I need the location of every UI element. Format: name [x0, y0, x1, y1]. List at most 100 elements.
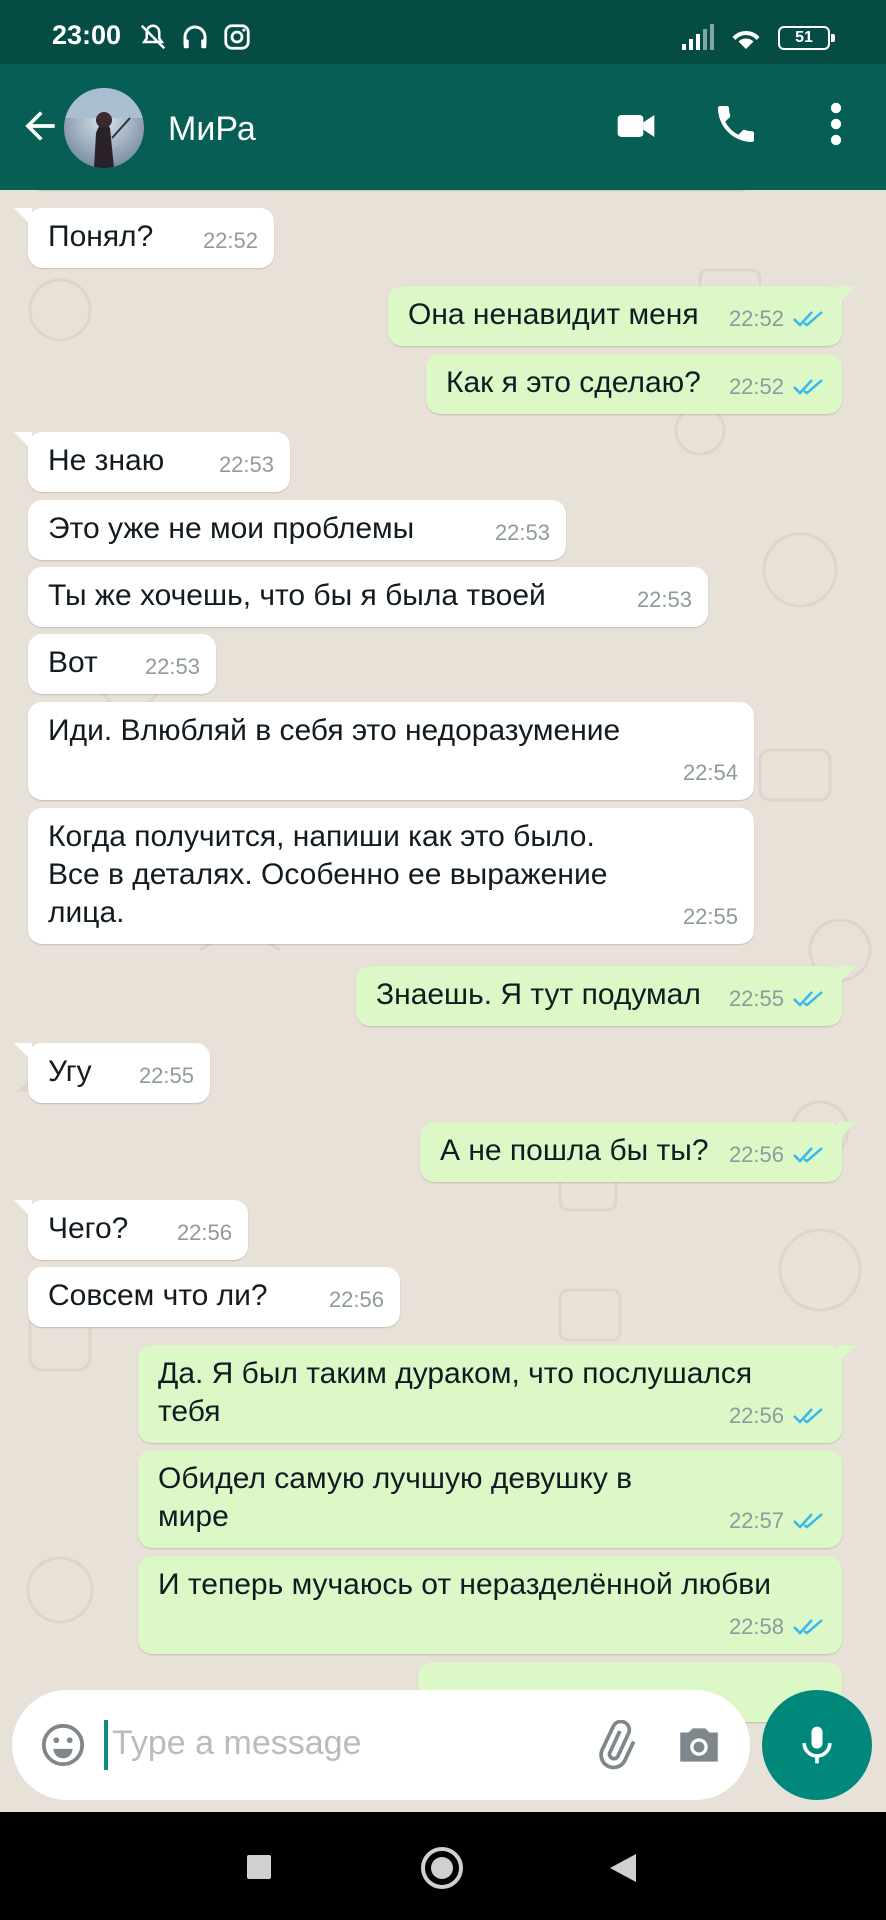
- message-text: Совсем что ли?: [48, 1279, 268, 1312]
- message-text: Да. Я был таким дураком, что послушался …: [158, 1357, 753, 1428]
- message-text: Понял?: [48, 220, 154, 253]
- message-bubble-incoming[interactable]: Когда получится, напиши как это было. Вс…: [28, 808, 754, 944]
- message-meta: 22:53: [495, 514, 550, 552]
- system-navigation-bar: [0, 1812, 886, 1920]
- message-time: 22:52: [202, 228, 258, 253]
- message-bubble-outgoing[interactable]: Как я это сделаю? 22:52: [426, 354, 842, 414]
- message-time: 22:53: [636, 587, 692, 612]
- message-text: Вот: [48, 646, 98, 679]
- message-text: Не знаю: [48, 444, 165, 477]
- message-meta: 22:55: [729, 980, 826, 1018]
- read-ticks-icon: [793, 1408, 823, 1424]
- mute-icon: [140, 24, 166, 50]
- message-time: 22:55: [682, 904, 738, 929]
- message-bubble-incoming[interactable]: Иди. Влюбляй в себя это недоразумение 22…: [28, 702, 754, 800]
- message-bubble-outgoing[interactable]: И теперь мучаюсь от неразделённой любви …: [138, 1556, 842, 1654]
- message-time: 22:57: [728, 1508, 784, 1533]
- battery-icon: 51: [778, 26, 835, 50]
- message-bubble-incoming[interactable]: Вот 22:53: [28, 634, 216, 694]
- instagram-icon: [224, 24, 250, 50]
- message-meta: 22:53: [637, 581, 692, 619]
- headphones-icon: [183, 25, 207, 49]
- mic-icon: [802, 1726, 832, 1764]
- message-time: 22:53: [218, 452, 274, 477]
- message-time: 22:54: [682, 760, 738, 785]
- message-text: Как я это сделаю?: [446, 366, 701, 399]
- message-time: 22:56: [176, 1220, 232, 1245]
- read-ticks-icon: [793, 1147, 823, 1163]
- message-bubble-outgoing[interactable]: А не пошла бы ты? 22:56: [420, 1122, 856, 1182]
- message-meta: 22:57: [729, 1502, 826, 1540]
- back-triangle-icon[interactable]: [608, 1852, 638, 1884]
- signal-icon: [682, 24, 714, 50]
- message-time: 22:55: [138, 1063, 194, 1088]
- message-time: 22:58: [728, 1614, 784, 1639]
- chat-header: МиРа: [0, 64, 886, 190]
- message-text: Знаешь. Я тут подумал: [376, 978, 701, 1011]
- message-time: 22:56: [728, 1142, 784, 1167]
- chat-messages[interactable]: Понял? 22:52 Она ненавидит меня 22:52 Ка…: [0, 190, 886, 1812]
- message-text: Чего?: [48, 1212, 129, 1245]
- message-meta: 22:52: [729, 368, 826, 406]
- battery-level: 51: [795, 29, 813, 46]
- read-ticks-icon: [793, 991, 823, 1007]
- message-bubble-incoming[interactable]: Совсем что ли? 22:56: [28, 1267, 400, 1327]
- message-meta: 22:52: [729, 300, 826, 338]
- text-cursor: [104, 1720, 108, 1770]
- avatar[interactable]: [64, 88, 144, 168]
- message-bubble-outgoing[interactable]: Обидел самую лучшую девушку в мире 22:57: [138, 1450, 842, 1548]
- message-meta: 22:53: [145, 648, 200, 686]
- message-time: 22:56: [328, 1287, 384, 1312]
- read-ticks-icon: [793, 1513, 823, 1529]
- message-bubble-outgoing[interactable]: Да. Я был таким дураком, что послушался …: [138, 1345, 856, 1443]
- camera-icon[interactable]: [674, 1720, 724, 1770]
- message-text: Она ненавидит меня: [408, 298, 699, 331]
- home-circle-icon[interactable]: [420, 1846, 464, 1890]
- attach-icon[interactable]: [590, 1720, 640, 1770]
- phone-icon[interactable]: [712, 100, 760, 148]
- message-meta: 22:58: [729, 1608, 826, 1646]
- wifi-icon: [732, 30, 760, 49]
- emoji-icon[interactable]: [40, 1722, 86, 1768]
- read-ticks-icon: [793, 311, 823, 327]
- message-bubble-incoming[interactable]: Это уже не мои проблемы 22:53: [28, 500, 566, 560]
- message-meta: 22:55: [683, 898, 738, 936]
- message-text: Это уже не мои проблемы: [48, 512, 415, 545]
- status-time: 23:00: [52, 20, 122, 50]
- message-meta: 22:53: [219, 446, 274, 484]
- message-meta: 22:55: [139, 1057, 194, 1095]
- message-text: Иди. Влюбляй в себя это недоразумение: [48, 714, 621, 747]
- message-meta: 22:56: [177, 1214, 232, 1252]
- recents-square-icon[interactable]: [246, 1854, 272, 1880]
- message-time: 22:55: [728, 986, 784, 1011]
- message-text: И теперь мучаюсь от неразделённой любви: [158, 1568, 771, 1601]
- message-bubble-incoming[interactable]: Ты же хочешь, что бы я была твоей 22:53: [28, 567, 708, 627]
- message-time: 22:52: [728, 306, 784, 331]
- contact-name[interactable]: МиРа: [168, 110, 256, 149]
- read-ticks-icon: [793, 379, 823, 395]
- message-bubble-incoming[interactable]: Понял? 22:52: [14, 208, 274, 268]
- message-composer[interactable]: Type a message: [12, 1690, 750, 1800]
- more-options-icon[interactable]: [820, 100, 852, 148]
- message-text: Когда получится, напиши как это было. Вс…: [48, 820, 608, 929]
- message-bubble-outgoing[interactable]: Она ненавидит меня 22:52: [388, 286, 856, 346]
- message-input[interactable]: Type a message: [112, 1724, 361, 1763]
- message-time: 22:56: [728, 1403, 784, 1428]
- message-bubble-outgoing[interactable]: Знаешь. Я тут подумал 22:55: [356, 966, 856, 1026]
- message-bubble-incoming[interactable]: Чего? 22:56: [14, 1200, 248, 1260]
- message-meta: 22:56: [729, 1397, 826, 1435]
- message-meta: 22:56: [729, 1136, 826, 1174]
- video-call-icon[interactable]: [612, 104, 660, 148]
- message-meta: 22:56: [329, 1281, 384, 1319]
- message-meta: 22:54: [683, 754, 738, 792]
- message-text: Угу: [48, 1055, 92, 1088]
- back-arrow-icon[interactable]: [18, 104, 62, 148]
- message-bubble-incoming[interactable]: Не знаю 22:53: [14, 432, 290, 492]
- message-time: 22:53: [494, 520, 550, 545]
- mic-button[interactable]: [762, 1690, 872, 1800]
- message-bubble-incoming[interactable]: Угу 22:55: [14, 1043, 210, 1103]
- message-text: Обидел самую лучшую девушку в мире: [158, 1462, 633, 1533]
- message-text: Ты же хочешь, что бы я была твоей: [48, 579, 546, 612]
- message-text: А не пошла бы ты?: [440, 1134, 709, 1167]
- message-time: 22:52: [728, 374, 784, 399]
